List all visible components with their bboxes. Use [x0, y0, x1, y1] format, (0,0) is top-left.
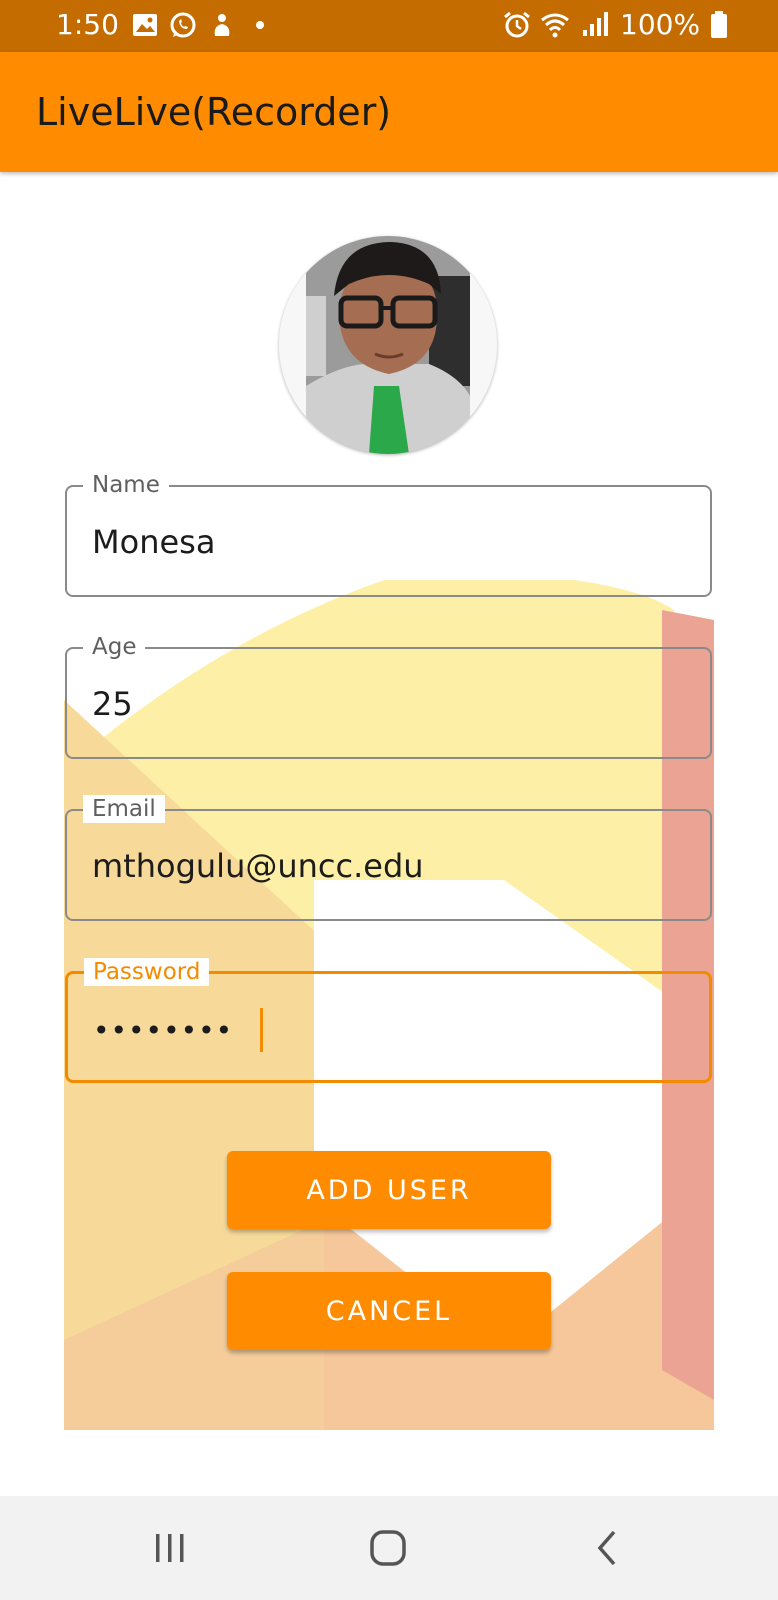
battery-percentage: 100% — [620, 8, 701, 41]
password-label: Password — [84, 958, 210, 986]
alarm-icon — [504, 11, 530, 38]
home-icon[interactable] — [366, 1526, 410, 1570]
name-input[interactable]: Monesa — [92, 523, 652, 561]
password-input[interactable]: •••••••• — [93, 1014, 653, 1047]
battery-icon — [711, 11, 727, 38]
whatsapp-icon — [170, 12, 196, 38]
dot-icon — [256, 21, 264, 29]
email-field[interactable]: Email mthogulu@uncc.edu — [65, 795, 712, 921]
signal-icon — [583, 12, 608, 36]
back-icon[interactable] — [586, 1526, 630, 1570]
app-bar: LiveLive(Recorder) — [0, 52, 778, 172]
text-cursor — [260, 1008, 263, 1052]
profile-avatar[interactable] — [279, 236, 497, 454]
notification-icon — [214, 14, 230, 36]
email-label: Email — [83, 795, 165, 823]
age-label: Age — [83, 633, 146, 661]
password-field[interactable]: Password •••••••• — [65, 958, 712, 1083]
navigation-bar — [0, 1496, 778, 1600]
cancel-button[interactable]: CANCEL — [227, 1272, 551, 1350]
wifi-icon — [541, 13, 569, 38]
add-user-button[interactable]: ADD USER — [227, 1151, 551, 1229]
age-field[interactable]: Age 25 — [65, 633, 712, 759]
status-bar: 1:50 100% — [0, 0, 778, 52]
app-title: LiveLive(Recorder) — [36, 90, 392, 134]
status-time: 1:50 — [56, 8, 119, 41]
age-input[interactable]: 25 — [92, 685, 652, 723]
recent-apps-icon[interactable] — [148, 1526, 192, 1570]
name-label: Name — [83, 471, 169, 499]
email-input[interactable]: mthogulu@uncc.edu — [92, 847, 652, 885]
name-field[interactable]: Name Monesa — [65, 471, 712, 597]
image-icon — [133, 14, 157, 36]
user-photo — [279, 236, 497, 454]
